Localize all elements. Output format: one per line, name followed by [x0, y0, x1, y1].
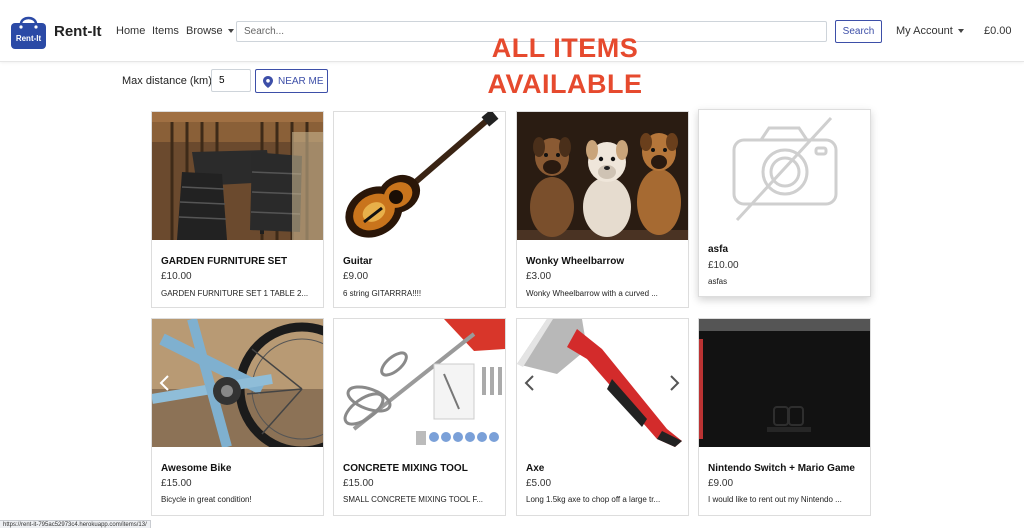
item-price: £3.00: [526, 271, 552, 282]
item-price: £5.00: [526, 478, 552, 489]
item-price: £15.00: [161, 478, 192, 489]
item-title[interactable]: GARDEN FURNITURE SET: [161, 256, 287, 267]
search-button[interactable]: Search: [835, 20, 882, 43]
item-description: SMALL CONCRETE MIXING TOOL F...: [343, 495, 484, 504]
item-card-axe[interactable]: Axe £5.00 Long 1.5kg axe to chop off a l…: [516, 318, 689, 516]
dogs-photo[interactable]: [517, 112, 688, 240]
nav-home-link[interactable]: Home: [116, 25, 145, 37]
item-card-asfa[interactable]: asfa £10.00 asfas: [698, 109, 871, 297]
item-card-concrete-mixing-tool[interactable]: CONCRETE MIXING TOOL £15.00 SMALL CONCRE…: [333, 318, 506, 516]
item-card-garden-furniture[interactable]: GARDEN FURNITURE SET £10.00 GARDEN FURNI…: [151, 111, 324, 308]
logo-text: Rent-It: [16, 34, 42, 43]
max-distance-input[interactable]: [211, 69, 251, 92]
link-preview-status-bar: https://rent-it-795ac52973c4.herokuapp.c…: [0, 520, 151, 528]
garden-furniture-photo[interactable]: [152, 112, 323, 240]
item-title[interactable]: CONCRETE MIXING TOOL: [343, 463, 468, 474]
mixing-tool-photo[interactable]: [334, 319, 505, 447]
carousel-prev-icon[interactable]: [523, 374, 537, 392]
item-card-guitar[interactable]: Guitar £9.00 6 string GITARRRA!!!!: [333, 111, 506, 308]
item-title[interactable]: Axe: [526, 463, 544, 474]
item-price: £9.00: [343, 271, 369, 282]
brand-name[interactable]: Rent-It: [54, 23, 102, 40]
nintendo-switch-photo[interactable]: [699, 319, 870, 447]
item-price: £10.00: [161, 271, 192, 282]
headline-line-1: ALL ITEMS: [491, 33, 639, 63]
item-card-awesome-bike[interactable]: Awesome Bike £15.00 Bicycle in great con…: [151, 318, 324, 516]
item-title[interactable]: Guitar: [343, 256, 372, 267]
map-pin-icon: [263, 76, 273, 88]
item-description: asfas: [708, 277, 728, 286]
item-title[interactable]: Nintendo Switch + Mario Game: [708, 463, 855, 474]
item-title[interactable]: Wonky Wheelbarrow: [526, 256, 624, 267]
headline-overlay: ALL ITEMS AVAILABLE: [470, 30, 660, 102]
item-price: £10.00: [708, 260, 739, 271]
nav-items-link[interactable]: Items: [152, 25, 179, 37]
chevron-down-icon: [227, 29, 234, 34]
chevron-down-icon: [957, 29, 964, 34]
item-description: Bicycle in great condition!: [161, 495, 252, 504]
carousel-next-icon[interactable]: [667, 374, 681, 392]
near-me-button[interactable]: NEAR ME: [255, 69, 328, 93]
item-description: Wonky Wheelbarrow with a curved ...: [526, 289, 658, 298]
item-card-nintendo-switch[interactable]: Nintendo Switch + Mario Game £9.00 I wou…: [698, 318, 871, 516]
item-title[interactable]: Awesome Bike: [161, 463, 231, 474]
item-card-wonky-wheelbarrow[interactable]: Wonky Wheelbarrow £3.00 Wonky Wheelbarro…: [516, 111, 689, 308]
item-price: £15.00: [343, 478, 374, 489]
item-price: £9.00: [708, 478, 734, 489]
item-description: 6 string GITARRRA!!!!: [343, 289, 422, 298]
max-distance-label: Max distance (km): [122, 75, 212, 87]
item-title[interactable]: asfa: [708, 244, 728, 255]
item-description: I would like to rent out my Nintendo ...: [708, 495, 842, 504]
near-me-label: NEAR ME: [278, 76, 324, 87]
carousel-prev-icon[interactable]: [158, 374, 172, 392]
logo-bag-icon[interactable]: Rent-It: [10, 13, 47, 50]
no-image-placeholder[interactable]: [699, 110, 870, 238]
cart-total[interactable]: £0.00: [984, 25, 1012, 37]
my-account-label: My Account: [896, 25, 953, 37]
bike-photo[interactable]: [152, 319, 323, 447]
no-camera-icon: [699, 110, 870, 238]
item-description: Long 1.5kg axe to chop off a large tr...: [526, 495, 661, 504]
headline-line-2: AVAILABLE: [487, 69, 643, 99]
my-account-dropdown[interactable]: My Account: [896, 25, 964, 37]
nav-browse-dropdown[interactable]: Browse: [186, 25, 234, 37]
item-description: GARDEN FURNITURE SET 1 TABLE 2...: [161, 289, 309, 298]
axe-photo[interactable]: [517, 319, 688, 447]
nav-browse-label: Browse: [186, 25, 223, 37]
guitar-photo[interactable]: [334, 112, 505, 240]
